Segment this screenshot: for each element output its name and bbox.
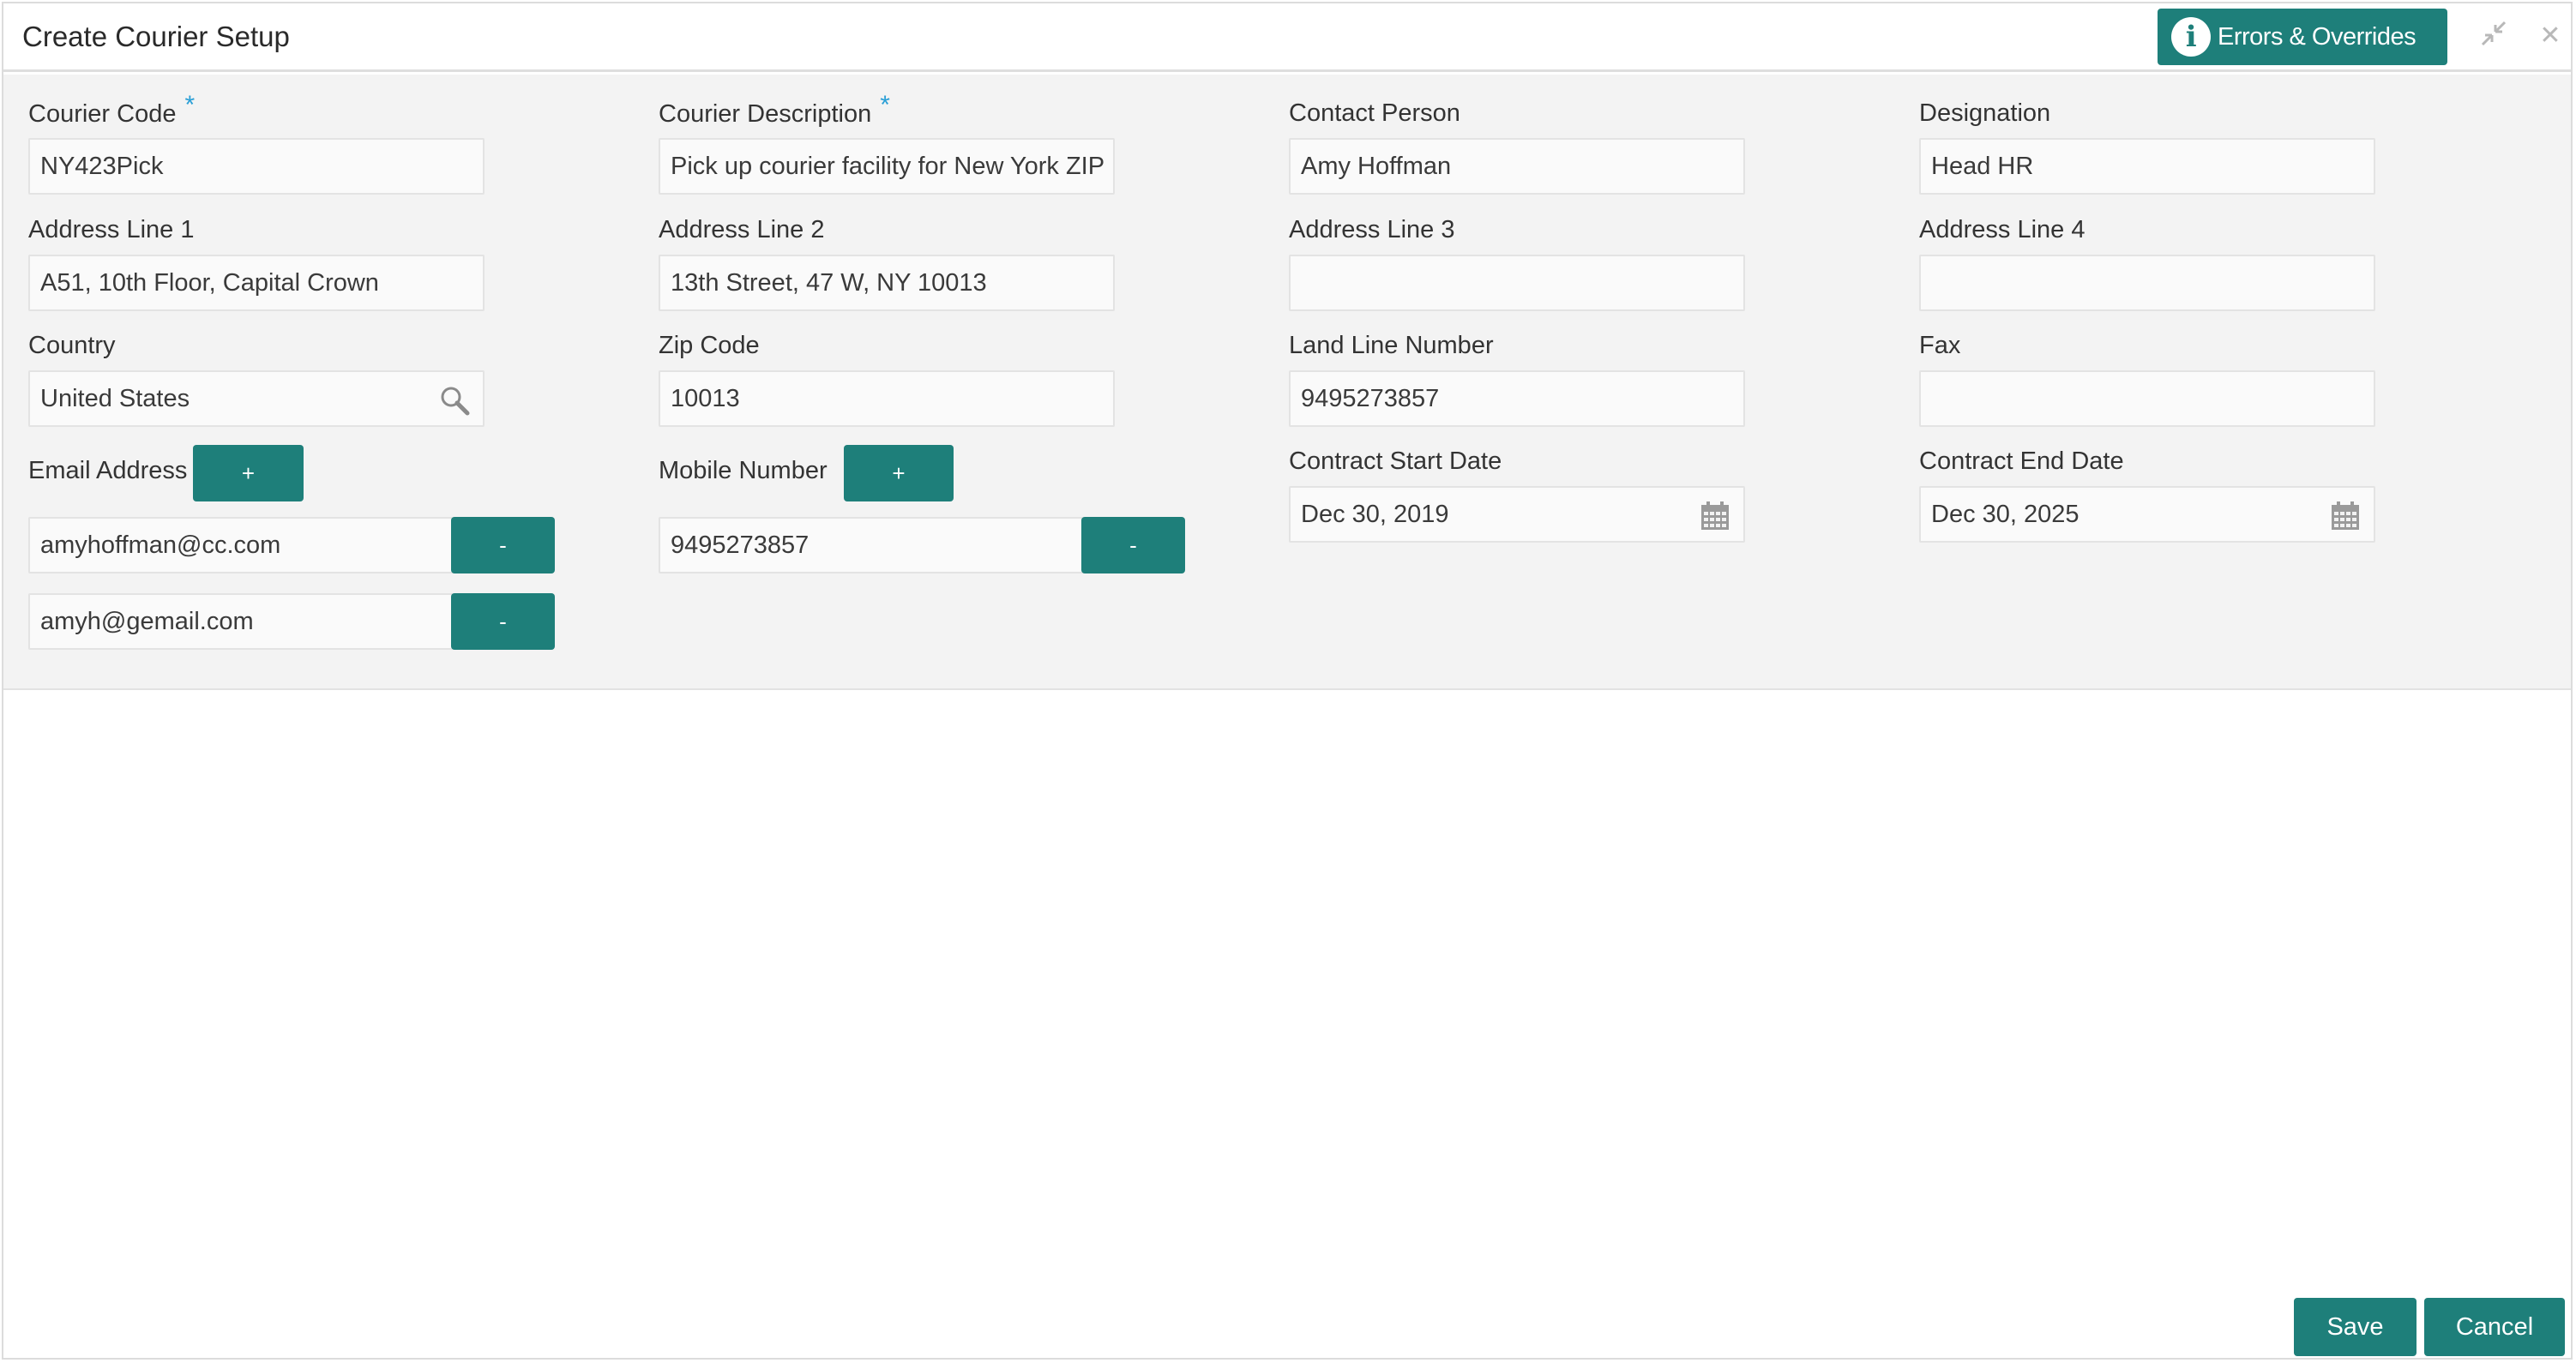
address-line-4-label: Address Line 4 [1919,216,2085,243]
cancel-button[interactable]: Cancel [2424,1298,2565,1356]
contract-end-date-value: Dec 30, 2025 [1931,500,2079,528]
address-line-2-label: Address Line 2 [659,216,825,243]
zip-code-input[interactable]: 10013 [659,370,1115,427]
mobile-number-label: Mobile Number [659,457,828,484]
contract-end-date-input[interactable]: Dec 30, 2025 [1919,486,2375,543]
remove-email-button[interactable]: - [451,517,555,573]
mobile-number-input[interactable]: 9495273857 [659,517,1084,573]
courier-code-label-text: Courier Code [28,100,177,128]
email-address-input[interactable]: amyh@gemail.com [28,593,454,650]
contract-start-date-value: Dec 30, 2019 [1301,500,1449,528]
address-line-2-input[interactable]: 13th Street, 47 W, NY 10013 [659,255,1115,311]
address-line-1-label: Address Line 1 [28,216,195,243]
remove-email-button[interactable]: - [451,593,555,650]
window-title: Create Courier Setup [22,21,290,52]
land-line-number-input[interactable]: 9495273857 [1289,370,1745,427]
required-marker: * [880,91,890,119]
address-line-1-input[interactable]: A51, 10th Floor, Capital Crown [28,255,485,311]
calendar-icon[interactable] [1699,500,1731,532]
designation-label: Designation [1919,99,2051,127]
form-panel: Courier Code * NY423Pick Courier Descript… [3,75,2571,690]
courier-code-input[interactable]: NY423Pick [28,138,485,195]
collapse-arrows-icon[interactable] [2477,19,2511,53]
save-button[interactable]: Save [2294,1298,2417,1356]
address-line-3-label: Address Line 3 [1289,216,1455,243]
title-bar: Create Courier Setup i Errors & Override… [3,3,2571,72]
fax-label: Fax [1919,332,1961,359]
courier-description-label-text: Courier Description [659,100,872,128]
courier-description-label: Courier Description * [659,91,890,129]
courier-code-label: Courier Code * [28,91,195,129]
add-email-button[interactable]: + [193,445,304,501]
contract-start-date-label: Contract Start Date [1289,447,1502,475]
calendar-icon[interactable] [2329,500,2362,532]
contact-person-input[interactable]: Amy Hoffman [1289,138,1745,195]
contract-end-date-label: Contract End Date [1919,447,2124,475]
address-line-4-input[interactable] [1919,255,2375,311]
email-address-input[interactable]: amyhoffman@cc.com [28,517,454,573]
courier-setup-window: Create Courier Setup i Errors & Override… [2,2,2573,1360]
errors-overrides-label: Errors & Overrides [2218,22,2417,51]
country-value: United States [40,384,190,412]
add-mobile-button[interactable]: + [844,445,954,501]
zip-code-label: Zip Code [659,332,760,359]
close-icon[interactable]: ✕ [2533,19,2567,53]
fax-input[interactable] [1919,370,2375,427]
remove-mobile-button[interactable]: - [1081,517,1185,573]
country-label: Country [28,332,116,359]
address-line-3-input[interactable] [1289,255,1745,311]
land-line-number-label: Land Line Number [1289,332,1494,359]
contact-person-label: Contact Person [1289,99,1460,127]
errors-overrides-button[interactable]: i Errors & Overrides [2158,9,2447,65]
search-icon[interactable] [438,384,471,417]
email-address-label: Email Address [28,457,188,484]
info-icon: i [2171,17,2211,57]
courier-description-input[interactable]: Pick up courier facility for New York ZI… [659,138,1115,195]
country-input[interactable]: United States [28,370,485,427]
contract-start-date-input[interactable]: Dec 30, 2019 [1289,486,1745,543]
required-marker: * [184,91,196,119]
designation-input[interactable]: Head HR [1919,138,2375,195]
